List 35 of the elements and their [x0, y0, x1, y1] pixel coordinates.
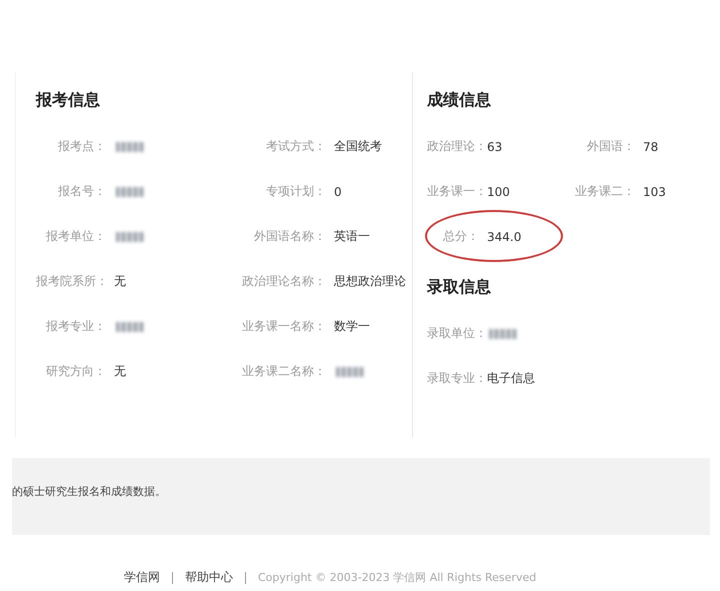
field-label: 总分：: [442, 228, 479, 245]
field-label: 研究方向：: [45, 363, 106, 380]
field-label: 外国语：: [586, 138, 635, 155]
field-label: 报考单位：: [45, 228, 106, 245]
footer-link[interactable]: 帮助中心: [185, 569, 233, 586]
field-value: 0: [334, 184, 342, 198]
field-label: 专项计划：: [265, 183, 326, 200]
field-value: 数学一: [334, 318, 370, 335]
field-value: 电子信息: [487, 370, 535, 387]
field-label: 业务课一名称：: [241, 318, 326, 335]
field-label: 政治理论名称：: [241, 273, 326, 290]
field-value: 344.0: [487, 230, 522, 244]
field-label: 业务课二名称：: [241, 363, 326, 380]
field-value: 全国统考: [334, 138, 382, 155]
section-title: 报考信息: [36, 90, 101, 110]
field-label: 外国语名称：: [253, 228, 326, 245]
field-label: 业务课二：: [574, 183, 635, 200]
field-label: 报考专业：: [45, 318, 106, 335]
copyright-text: Copyright © 2003-2023 学信网 All Rights Reserved: [258, 570, 536, 585]
field-value: 无: [114, 363, 126, 380]
field-value: 63: [487, 140, 502, 154]
section-title: 成绩信息: [427, 90, 492, 110]
field-label: 考试方式：: [265, 138, 326, 155]
field-label: 报考点：: [57, 138, 106, 155]
field-value: 英语一: [334, 228, 370, 245]
field-label: 报名号：: [57, 183, 106, 200]
field-value: 思想政治理论: [334, 273, 406, 290]
field-value: 103: [643, 184, 666, 198]
field-label: 报考院系所：: [36, 273, 106, 290]
notice-text: 的硕士研究生报名和成绩数据。: [12, 484, 166, 499]
field-value: 无: [114, 273, 126, 290]
section-title: 录取信息: [427, 277, 492, 297]
footer-link[interactable]: 学信网: [124, 569, 160, 586]
field-value: 100: [487, 184, 510, 198]
field-value: 78: [643, 140, 658, 154]
